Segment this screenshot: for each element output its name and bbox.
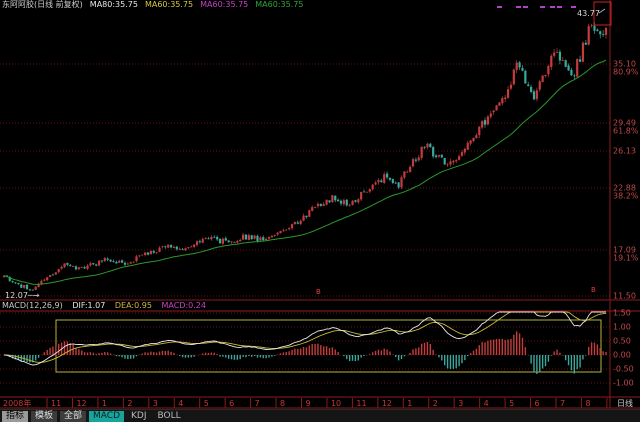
svg-text:-0.50: -0.50 xyxy=(613,365,634,374)
svg-text:38.2%: 38.2% xyxy=(613,192,639,201)
svg-text:6: 6 xyxy=(229,399,234,408)
stock-chart-canvas[interactable]: 35.1080.9%29.4961.8%26.1322.8838.2%17.09… xyxy=(0,0,640,422)
macd-indicator-label: MACD(12,26,9) xyxy=(2,301,63,310)
svg-text:26.13: 26.13 xyxy=(613,147,636,156)
statusbar-tab-boll[interactable]: BOLL xyxy=(154,411,185,422)
svg-text:19.1%: 19.1% xyxy=(613,254,639,263)
statusbar-tab-quanbu[interactable]: 全部 xyxy=(60,411,86,422)
chart-header: 东阿阿胶(日线 前复权) MA80:35.75 MA60:35.75 MA60:35… xyxy=(2,0,303,10)
svg-text:3: 3 xyxy=(458,399,463,408)
macd-dif-value: DIF:1.07 xyxy=(72,301,105,310)
svg-text:8: 8 xyxy=(280,399,285,408)
svg-text:12: 12 xyxy=(382,399,392,408)
ma-label-ma60c: MA60:35.75 xyxy=(255,0,303,10)
svg-text:12: 12 xyxy=(76,399,86,408)
macd-header: MACD(12,26,9) DIF:1.07 DEA:0.95 MACD:0.2… xyxy=(2,301,213,311)
svg-text:8: 8 xyxy=(585,399,590,408)
ma-line xyxy=(4,60,606,284)
ma-label-ma60b: MA60:35.75 xyxy=(200,0,248,10)
chart-annotations: 43.77 12.07─→ B B xyxy=(5,2,611,300)
candlestick-series xyxy=(3,22,607,291)
svg-text:11: 11 xyxy=(356,399,366,408)
svg-text:B: B xyxy=(316,288,321,296)
macd-macd-value: MACD:0.24 xyxy=(161,301,206,310)
svg-text:2: 2 xyxy=(433,399,438,408)
svg-text:80.9%: 80.9% xyxy=(613,68,639,77)
svg-text:12.07─→: 12.07─→ xyxy=(5,291,40,300)
svg-text:2: 2 xyxy=(127,399,132,408)
svg-text:61.8%: 61.8% xyxy=(613,127,639,136)
macd-axis-labels: 1.50 1.00 0.50 0.00 -0.50 -1.00 xyxy=(613,309,634,388)
price-axis-labels: 35.1080.9%29.4961.8%26.1322.8838.2%17.09… xyxy=(613,60,639,301)
stock-title: 东阿阿胶(日线 前复权) xyxy=(2,0,83,10)
svg-text:1: 1 xyxy=(102,399,107,408)
svg-text:11: 11 xyxy=(51,399,61,408)
svg-text:2008年: 2008年 xyxy=(3,398,31,408)
svg-text:1: 1 xyxy=(407,399,412,408)
svg-text:43.77: 43.77 xyxy=(577,9,600,18)
svg-text:1.50: 1.50 xyxy=(613,309,631,318)
period-selector-daily[interactable]: 日线 xyxy=(617,398,633,408)
svg-text:7: 7 xyxy=(255,399,260,408)
svg-text:5: 5 xyxy=(204,399,209,408)
svg-text:4: 4 xyxy=(484,399,489,408)
grid-lines xyxy=(0,64,610,383)
svg-text:11.50: 11.50 xyxy=(613,292,636,301)
svg-text:4: 4 xyxy=(178,399,183,408)
statusbar-tab-macd[interactable]: MACD xyxy=(89,411,124,422)
svg-text:10: 10 xyxy=(331,399,341,408)
statusbar-tab-zhibiao[interactable]: 指标 xyxy=(2,411,28,422)
svg-text:1.00: 1.00 xyxy=(613,323,631,332)
svg-text:0.00: 0.00 xyxy=(613,351,631,360)
svg-text:7: 7 xyxy=(560,399,565,408)
date-axis: 2008年111212345678910111212345678日线 xyxy=(3,398,633,408)
app-screen: 东阿阿胶(日线 前复权) MA80:35.75 MA60:35.75 MA60:35… xyxy=(0,0,640,422)
statusbar-tab-muban[interactable]: 模板 xyxy=(31,411,57,422)
svg-text:0.50: 0.50 xyxy=(613,337,631,346)
statusbar-tab-kdj[interactable]: KDJ xyxy=(127,411,151,422)
svg-text:-1.00: -1.00 xyxy=(613,379,634,388)
macd-histogram xyxy=(4,331,606,374)
macd-dea-value: DEA:0.95 xyxy=(115,301,152,310)
ma-label-ma80: MA80:35.75 xyxy=(90,0,138,10)
svg-text:6: 6 xyxy=(535,399,540,408)
ma-legend: MA80:35.75 MA60:35.75 MA60:35.75 MA60:35.75 xyxy=(90,0,304,10)
svg-text:5: 5 xyxy=(509,399,514,408)
status-bar: 指标模板全部MACDKDJBOLL xyxy=(0,409,640,422)
svg-text:B: B xyxy=(591,286,596,294)
ma-label-ma60a: MA60:35.75 xyxy=(145,0,193,10)
svg-text:9: 9 xyxy=(306,399,311,408)
svg-text:3: 3 xyxy=(153,399,158,408)
